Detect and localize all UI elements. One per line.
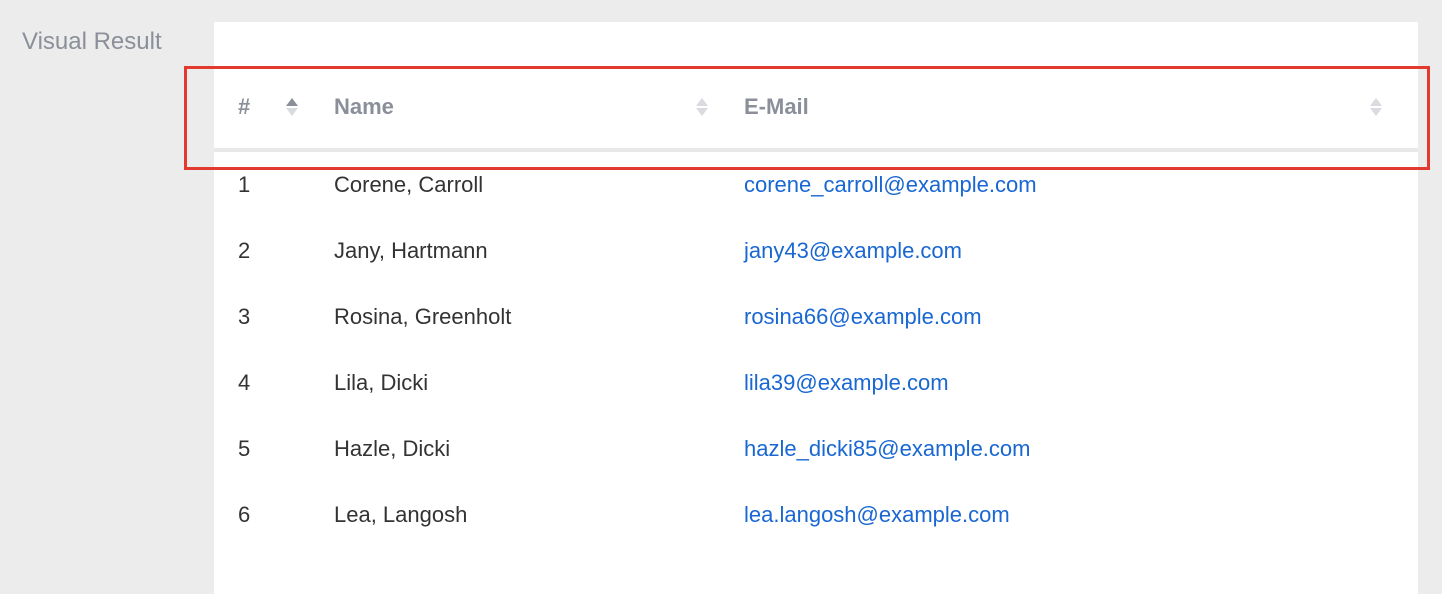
column-header-number[interactable]: # bbox=[214, 66, 334, 150]
email-link[interactable]: lila39@example.com bbox=[744, 370, 949, 395]
column-header-name-label: Name bbox=[334, 94, 394, 119]
cell-name: Corene, Carroll bbox=[334, 150, 744, 218]
cell-name: Hazle, Dicki bbox=[334, 416, 744, 482]
results-table: # Name E-Mail bbox=[214, 66, 1418, 548]
cell-number: 2 bbox=[214, 218, 334, 284]
table-row: 3 Rosina, Greenholt rosina66@example.com bbox=[214, 284, 1418, 350]
table-row: 6 Lea, Langosh lea.langosh@example.com bbox=[214, 482, 1418, 548]
table-header-row: # Name E-Mail bbox=[214, 66, 1418, 150]
email-link[interactable]: jany43@example.com bbox=[744, 238, 962, 263]
table-body: 1 Corene, Carroll corene_carroll@example… bbox=[214, 150, 1418, 548]
cell-email: jany43@example.com bbox=[744, 218, 1418, 284]
cell-email: rosina66@example.com bbox=[744, 284, 1418, 350]
table-row: 1 Corene, Carroll corene_carroll@example… bbox=[214, 150, 1418, 218]
email-link[interactable]: corene_carroll@example.com bbox=[744, 172, 1037, 197]
cell-email: lila39@example.com bbox=[744, 350, 1418, 416]
results-panel: # Name E-Mail bbox=[214, 22, 1418, 594]
sort-icon bbox=[1370, 98, 1382, 116]
table-row: 5 Hazle, Dicki hazle_dicki85@example.com bbox=[214, 416, 1418, 482]
sort-icon bbox=[696, 98, 708, 116]
table-row: 4 Lila, Dicki lila39@example.com bbox=[214, 350, 1418, 416]
column-header-number-label: # bbox=[238, 94, 250, 119]
cell-name: Jany, Hartmann bbox=[334, 218, 744, 284]
cell-number: 3 bbox=[214, 284, 334, 350]
cell-name: Lea, Langosh bbox=[334, 482, 744, 548]
cell-email: hazle_dicki85@example.com bbox=[744, 416, 1418, 482]
cell-number: 1 bbox=[214, 150, 334, 218]
section-title: Visual Result bbox=[22, 22, 214, 594]
cell-number: 6 bbox=[214, 482, 334, 548]
email-link[interactable]: lea.langosh@example.com bbox=[744, 502, 1010, 527]
cell-email: lea.langosh@example.com bbox=[744, 482, 1418, 548]
column-header-name[interactable]: Name bbox=[334, 66, 744, 150]
email-link[interactable]: rosina66@example.com bbox=[744, 304, 982, 329]
cell-email: corene_carroll@example.com bbox=[744, 150, 1418, 218]
email-link[interactable]: hazle_dicki85@example.com bbox=[744, 436, 1030, 461]
cell-number: 5 bbox=[214, 416, 334, 482]
column-header-email[interactable]: E-Mail bbox=[744, 66, 1418, 150]
cell-name: Lila, Dicki bbox=[334, 350, 744, 416]
table-row: 2 Jany, Hartmann jany43@example.com bbox=[214, 218, 1418, 284]
column-header-email-label: E-Mail bbox=[744, 94, 809, 119]
sort-icon bbox=[286, 98, 298, 116]
cell-number: 4 bbox=[214, 350, 334, 416]
cell-name: Rosina, Greenholt bbox=[334, 284, 744, 350]
